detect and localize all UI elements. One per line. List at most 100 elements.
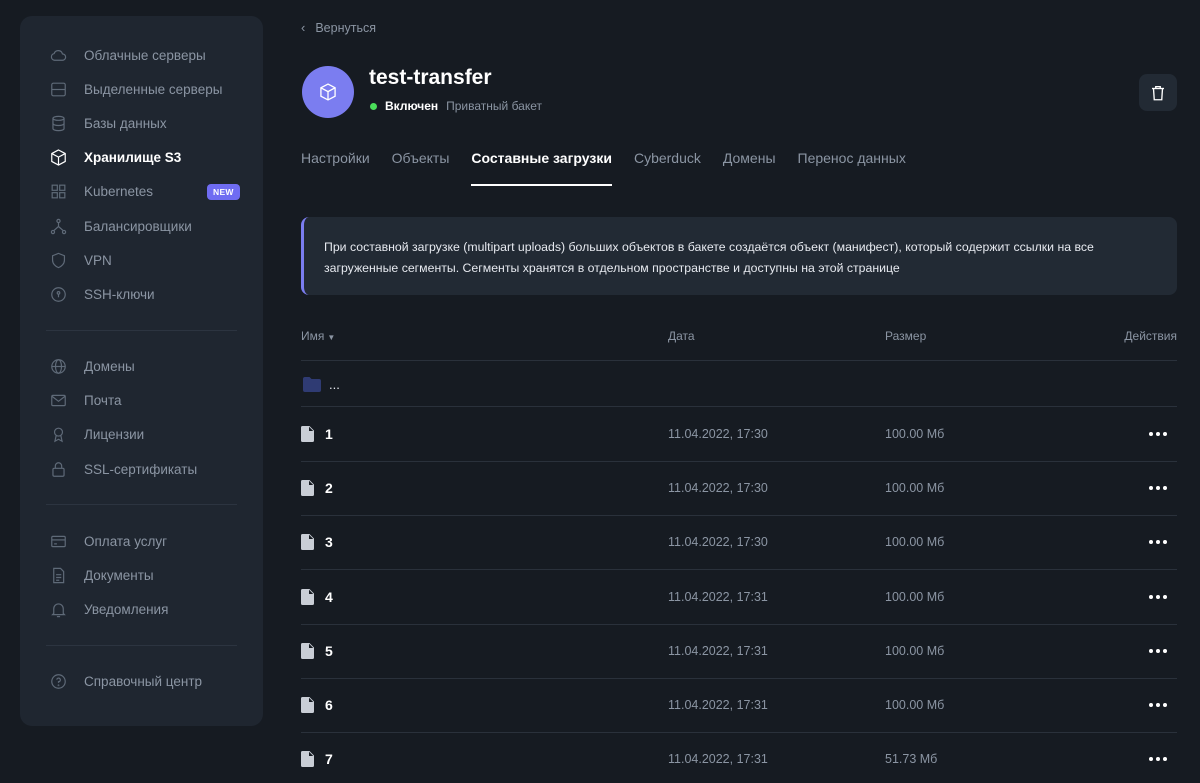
table-row[interactable]: 1 11.04.2022, 17:30 100.00 Мб bbox=[301, 407, 1177, 461]
file-icon bbox=[301, 642, 314, 659]
sidebar-item-label: Уведомления bbox=[84, 602, 169, 618]
date-cell: 11.04.2022, 17:31 bbox=[668, 643, 768, 658]
file-name[interactable]: 1 bbox=[325, 426, 333, 442]
parent-folder-row[interactable]: ... bbox=[301, 361, 340, 407]
more-actions-button[interactable] bbox=[1147, 477, 1169, 499]
tab-5[interactable]: Перенос данных bbox=[798, 150, 906, 186]
sidebar-item-bell[interactable]: Уведомления bbox=[20, 593, 263, 627]
more-actions-button[interactable] bbox=[1147, 423, 1169, 445]
bell-icon bbox=[48, 600, 68, 620]
bucket-type-label: Приватный бакет bbox=[446, 99, 542, 113]
size-cell: 100.00 Мб bbox=[885, 589, 945, 604]
column-header-name-label: Имя bbox=[301, 329, 325, 343]
table-row[interactable]: 6 11.04.2022, 17:31 100.00 Мб bbox=[301, 678, 1177, 732]
more-actions-button[interactable] bbox=[1147, 586, 1169, 608]
status-dot bbox=[370, 102, 377, 110]
cube-icon bbox=[320, 83, 336, 101]
sidebar-item-mail[interactable]: Почта bbox=[20, 384, 263, 418]
card-icon bbox=[48, 531, 68, 551]
sidebar-item-key[interactable]: SSH-ключи bbox=[20, 277, 263, 311]
status-label: Включен bbox=[385, 99, 439, 113]
sidebar-item-cloud[interactable]: Облачные серверы bbox=[20, 38, 263, 72]
sidebar-item-label: Выделенные серверы bbox=[84, 81, 223, 97]
sidebar-item-license[interactable]: Лицензии bbox=[20, 418, 263, 452]
delete-bucket-button[interactable] bbox=[1139, 74, 1177, 111]
date-cell: 11.04.2022, 17:30 bbox=[668, 427, 768, 441]
folder-icon bbox=[303, 376, 321, 392]
sidebar-item-grid[interactable]: Kubernetes NEW bbox=[20, 175, 263, 209]
size-cell: 51.73 Мб bbox=[885, 752, 938, 767]
cube-icon bbox=[48, 148, 68, 168]
sidebar-item-card[interactable]: Оплата услуг bbox=[20, 524, 263, 558]
server-icon bbox=[48, 79, 68, 99]
file-name[interactable]: 7 bbox=[325, 751, 333, 767]
file-icon bbox=[301, 588, 314, 605]
new-badge: NEW bbox=[207, 183, 240, 200]
sidebar-item-label: Домены bbox=[84, 359, 135, 375]
sidebar-item-lock[interactable]: SSL-сертификаты bbox=[20, 452, 263, 486]
sidebar-item-label: VPN bbox=[84, 252, 112, 268]
file-name[interactable]: 2 bbox=[325, 480, 333, 496]
page-title: test-transfer bbox=[369, 66, 492, 89]
file-name[interactable]: 5 bbox=[325, 643, 333, 659]
sidebar-item-balancer[interactable]: Балансировщики bbox=[20, 209, 263, 243]
size-cell: 100.00 Мб bbox=[885, 427, 945, 441]
sidebar-item-label: Kubernetes bbox=[84, 184, 154, 200]
more-actions-button[interactable] bbox=[1147, 531, 1169, 553]
file-name-cell: 6 bbox=[301, 678, 333, 732]
sidebar-item-label: Облачные серверы bbox=[84, 47, 206, 63]
table-row[interactable]: 7 11.04.2022, 17:31 51.73 Мб bbox=[301, 732, 1177, 783]
shield-icon bbox=[48, 250, 68, 270]
divider bbox=[301, 360, 1177, 361]
file-name-cell: 5 bbox=[301, 624, 333, 678]
column-header-size: Размер bbox=[885, 329, 927, 343]
file-name[interactable]: 6 bbox=[325, 697, 333, 713]
help-icon bbox=[48, 672, 68, 692]
tab-4[interactable]: Домены bbox=[723, 150, 776, 186]
globe-icon bbox=[48, 357, 68, 377]
table-header: Имя ▼ Дата Размер Действия bbox=[301, 329, 1177, 343]
column-header-date: Дата bbox=[668, 329, 695, 343]
more-actions-button[interactable] bbox=[1147, 748, 1169, 770]
table-row[interactable]: 3 11.04.2022, 17:30 100.00 Мб bbox=[301, 515, 1177, 569]
bucket-avatar bbox=[302, 66, 354, 118]
back-link[interactable]: ‹ Вернуться bbox=[301, 20, 376, 35]
size-cell: 100.00 Мб bbox=[885, 535, 945, 550]
table-row[interactable]: 2 11.04.2022, 17:30 100.00 Мб bbox=[301, 461, 1177, 515]
date-cell: 11.04.2022, 17:31 bbox=[668, 752, 768, 767]
key-icon bbox=[48, 284, 68, 304]
column-header-name[interactable]: Имя ▼ bbox=[301, 329, 335, 343]
tab-1[interactable]: Объекты bbox=[392, 150, 450, 186]
info-banner: При составной загрузке (multipart upload… bbox=[301, 217, 1177, 295]
more-actions-button[interactable] bbox=[1147, 640, 1169, 662]
sidebar-item-globe[interactable]: Домены bbox=[20, 350, 263, 384]
sidebar-item-label: Оплата услуг bbox=[84, 533, 168, 549]
sidebar-item-label: Балансировщики bbox=[84, 218, 192, 234]
document-icon bbox=[48, 566, 68, 586]
sidebar-item-label: Хранилище S3 bbox=[84, 150, 182, 166]
sidebar-item-help[interactable]: Справочный центр bbox=[20, 665, 263, 699]
sidebar-item-database[interactable]: Базы данных bbox=[20, 106, 263, 140]
table-row[interactable]: 4 11.04.2022, 17:31 100.00 Мб bbox=[301, 570, 1177, 624]
file-name[interactable]: 4 bbox=[325, 589, 333, 605]
table-row[interactable]: 5 11.04.2022, 17:31 100.00 Мб bbox=[301, 624, 1177, 678]
sidebar-item-label: Лицензии bbox=[84, 427, 145, 443]
sidebar-divider bbox=[46, 504, 237, 506]
tab-2[interactable]: Составные загрузки bbox=[471, 150, 612, 186]
sidebar-item-shield[interactable]: VPN bbox=[20, 243, 263, 277]
sidebar-item-label: Почта bbox=[84, 393, 122, 409]
tab-0[interactable]: Настройки bbox=[301, 150, 370, 186]
sidebar-item-cube[interactable]: Хранилище S3 bbox=[20, 141, 263, 175]
tab-3[interactable]: Cyberduck bbox=[634, 150, 701, 186]
back-label: Вернуться bbox=[315, 20, 376, 35]
sidebar: Облачные серверы Выделенные серверы Базы д… bbox=[20, 16, 263, 726]
file-icon bbox=[301, 751, 314, 768]
date-cell: 11.04.2022, 17:31 bbox=[668, 698, 768, 712]
file-name-cell: 4 bbox=[301, 570, 333, 624]
sidebar-divider bbox=[46, 644, 237, 646]
sidebar-item-document[interactable]: Документы bbox=[20, 558, 263, 592]
more-actions-button[interactable] bbox=[1147, 694, 1169, 716]
file-name[interactable]: 3 bbox=[325, 534, 333, 550]
sidebar-item-server[interactable]: Выделенные серверы bbox=[20, 72, 263, 106]
sort-down-icon: ▼ bbox=[327, 333, 336, 342]
